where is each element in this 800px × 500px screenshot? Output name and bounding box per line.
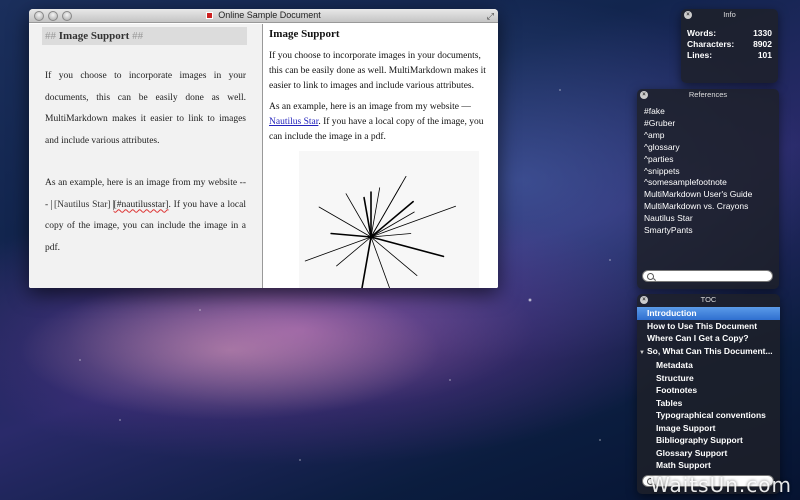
toc-subitem[interactable]: Structure: [637, 372, 780, 385]
info-panel-header[interactable]: × Info: [681, 9, 778, 21]
starburst-ray: [370, 233, 412, 238]
reference-item[interactable]: ^amp: [644, 130, 779, 142]
window-titlebar[interactable]: Online Sample Document ⤢: [29, 9, 498, 23]
preview-paragraph: If you choose to incorporate images in y…: [269, 51, 486, 91]
starburst-ray: [361, 236, 372, 288]
editor-paragraph: As an example, here is an image from my …: [45, 173, 246, 259]
editor-heading-text: Image Support: [58, 30, 130, 42]
window-title: Online Sample Document: [29, 10, 498, 20]
info-row-words: Words: 1330: [681, 28, 778, 39]
search-icon: [647, 273, 654, 280]
info-row-lines: Lines: 101: [681, 50, 778, 61]
toc-item[interactable]: Where Can I Get a Copy?: [637, 332, 780, 345]
info-label: Characters:: [687, 39, 735, 49]
starburst-ray: [330, 232, 372, 238]
starburst-ray: [370, 211, 415, 238]
reference-item[interactable]: ^glossary: [644, 142, 779, 154]
references-panel-header[interactable]: × References: [637, 89, 779, 101]
reference-item[interactable]: SmartyPants: [644, 225, 779, 237]
reference-item[interactable]: MultiMarkdown vs. Crayons: [644, 201, 779, 213]
close-icon[interactable]: ×: [640, 296, 648, 304]
toc-subitem[interactable]: Metadata: [637, 359, 780, 372]
heading-marker: ##: [45, 30, 56, 42]
disclosure-triangle-icon[interactable]: ▼: [639, 347, 645, 360]
toc-subitem[interactable]: Image Support: [637, 422, 780, 435]
toc-list: Introduction How to Use This Document Wh…: [637, 306, 780, 472]
reference-item[interactable]: ^snippets: [644, 166, 779, 178]
info-value: 8902: [753, 39, 772, 49]
info-label: Words:: [687, 28, 717, 38]
info-value: 101: [757, 50, 772, 60]
markdown-editor[interactable]: ## Image Support ## If you choose to inc…: [29, 24, 263, 288]
editor-heading: ## Image Support ##: [42, 27, 247, 45]
document-icon: [206, 12, 214, 19]
info-label: Lines:: [687, 50, 713, 60]
reference-item[interactable]: Nautilus Star: [644, 213, 779, 225]
watermark: WaitsUn.com: [650, 473, 792, 497]
close-icon[interactable]: ×: [640, 91, 648, 99]
starburst-ray: [304, 236, 372, 262]
toc-subitem[interactable]: Tables: [637, 397, 780, 410]
references-list: #fake #Gruber ^amp ^glossary ^parties ^s…: [637, 101, 779, 237]
references-search-input[interactable]: [642, 270, 773, 282]
toc-subitem[interactable]: Math Support: [637, 459, 780, 472]
info-row-characters: Characters: 8902: [681, 39, 778, 50]
info-value: 1330: [753, 28, 772, 38]
reference-item[interactable]: #fake: [644, 106, 779, 118]
preview-heading: Image Support: [269, 28, 340, 40]
reference-item[interactable]: ^somesamplefootnote: [644, 177, 779, 189]
heading-marker: ##: [132, 30, 144, 42]
starburst-ray: [318, 206, 372, 238]
toc-item-introduction[interactable]: Introduction: [637, 307, 780, 320]
document-window[interactable]: Online Sample Document ⤢ ## Image Suppor…: [29, 9, 498, 288]
close-icon[interactable]: ×: [684, 11, 692, 19]
reference-item[interactable]: ^parties: [644, 154, 779, 166]
toc-panel-title: TOC: [700, 295, 717, 304]
toc-subitem[interactable]: Glossary Support: [637, 447, 780, 460]
nautilus-star-link[interactable]: Nautilus Star: [269, 117, 318, 127]
window-title-text: Online Sample Document: [218, 10, 321, 20]
reference-item[interactable]: #Gruber: [644, 118, 779, 130]
editor-link-ref: [#nautilusstar]: [113, 199, 169, 210]
fullscreen-icon[interactable]: ⤢: [487, 11, 494, 22]
toc-panel-header[interactable]: × TOC: [637, 294, 780, 306]
reference-item[interactable]: MultiMarkdown User's Guide: [644, 189, 779, 201]
preview-text: As an example, here is an image from my …: [269, 102, 471, 112]
starburst-icon: [304, 175, 456, 288]
editor-paragraph: If you choose to incorporate images in y…: [45, 71, 246, 146]
toc-item[interactable]: How to Use This Document: [637, 320, 780, 333]
html-preview[interactable]: Image Support If you choose to incorpora…: [263, 24, 498, 288]
toc-subitem[interactable]: Footnotes: [637, 384, 780, 397]
starburst-ray: [370, 236, 445, 258]
preview-paragraph: As an example, here is an image from my …: [269, 100, 493, 145]
editor-link-text: [Nautilus Star]: [50, 199, 114, 210]
toc-subitem[interactable]: Bibliography Support: [637, 434, 780, 447]
toc-item-expanded[interactable]: ▼ So, What Can This Document...: [637, 345, 780, 360]
info-panel[interactable]: × Info Words: 1330 Characters: 8902 Lines:…: [681, 9, 778, 83]
toc-subitem[interactable]: Typographical conventions: [637, 409, 780, 422]
references-panel-title: References: [688, 90, 728, 99]
nautilus-star-image: [299, 151, 479, 288]
references-panel[interactable]: × References #fake #Gruber ^amp ^glossar…: [637, 89, 779, 289]
starburst-ray: [370, 205, 456, 238]
toc-panel[interactable]: × TOC Introduction How to Use This Docum…: [637, 294, 780, 494]
starburst-ray: [336, 236, 372, 267]
starburst-ray: [370, 200, 414, 238]
info-panel-title: Info: [723, 10, 736, 19]
toc-item-label: So, What Can This Document...: [646, 345, 773, 356]
